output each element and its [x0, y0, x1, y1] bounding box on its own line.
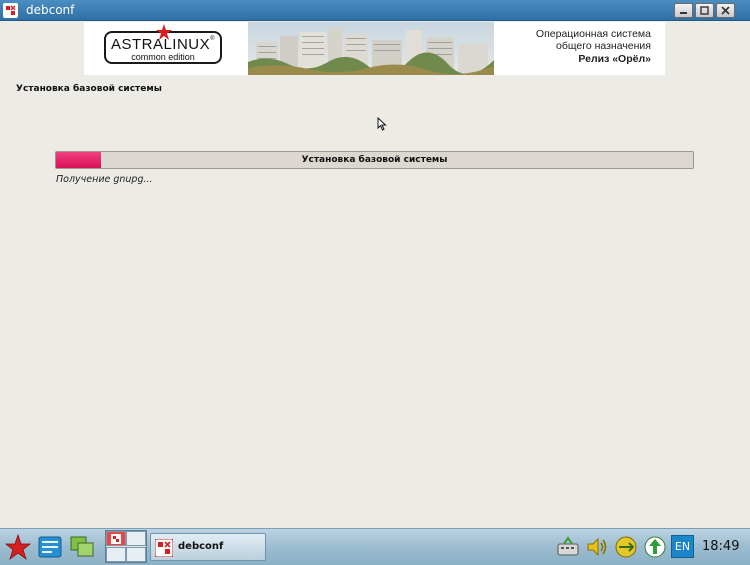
close-icon [721, 6, 730, 15]
astralinux-logo: ASTRALINUX® common edition [104, 24, 222, 64]
install-progress-bar: Установка базовой системы [55, 151, 694, 169]
installer-window: ASTRALINUX® common edition Операционная … [0, 21, 750, 528]
window-titlebar[interactable]: debconf [0, 0, 750, 21]
section-title: Установка базовой системы [16, 84, 162, 94]
progress-label: Установка базовой системы [301, 155, 448, 165]
close-button[interactable] [716, 3, 735, 18]
logo-main-text: ASTRALINUX [110, 36, 211, 53]
start-menu-star-icon[interactable] [5, 534, 31, 560]
keyboard-tray-icon[interactable] [556, 535, 580, 559]
logo-sub-text: common edition [131, 52, 195, 62]
debconf-task-icon [155, 539, 173, 557]
workspace-2[interactable] [126, 531, 146, 546]
debconf-app-icon [3, 3, 18, 18]
minimize-button[interactable] [674, 3, 693, 18]
workspace-pager[interactable] [105, 530, 147, 563]
window-switcher-icon[interactable] [70, 535, 94, 559]
progress-status-text: Получение gnupg... [56, 174, 153, 185]
maximize-icon [700, 6, 709, 15]
banner-release: Релиз «Орёл» [578, 53, 651, 65]
banner-line-1: Операционная система [535, 28, 651, 40]
workspace-1[interactable] [106, 531, 126, 546]
show-desktop-icon[interactable] [38, 535, 62, 559]
taskbar-item-label: debconf [178, 541, 224, 552]
astralinux-banner: ASTRALINUX® common edition Операционная … [84, 22, 665, 75]
banner-line-2: общего назначения [556, 40, 651, 52]
taskbar-item-debconf[interactable]: debconf [150, 533, 266, 561]
logo-registered-mark: ® [210, 36, 216, 42]
minimize-icon [680, 12, 687, 14]
debconf-workspace-icon [111, 534, 121, 544]
maximize-button[interactable] [695, 3, 714, 18]
city-skyline-image [248, 22, 494, 75]
workspace-3[interactable] [106, 547, 126, 562]
keyboard-layout-indicator[interactable]: EN [671, 535, 694, 558]
window-title: debconf [26, 3, 75, 17]
update-manager-icon[interactable] [643, 535, 667, 559]
taskbar: debconf EN 18:49 [0, 528, 750, 565]
mouse-cursor-icon [377, 117, 387, 131]
workspace-4[interactable] [126, 547, 146, 562]
network-icon[interactable] [614, 535, 638, 559]
volume-icon[interactable] [585, 535, 609, 559]
clock[interactable]: 18:49 [702, 539, 739, 554]
